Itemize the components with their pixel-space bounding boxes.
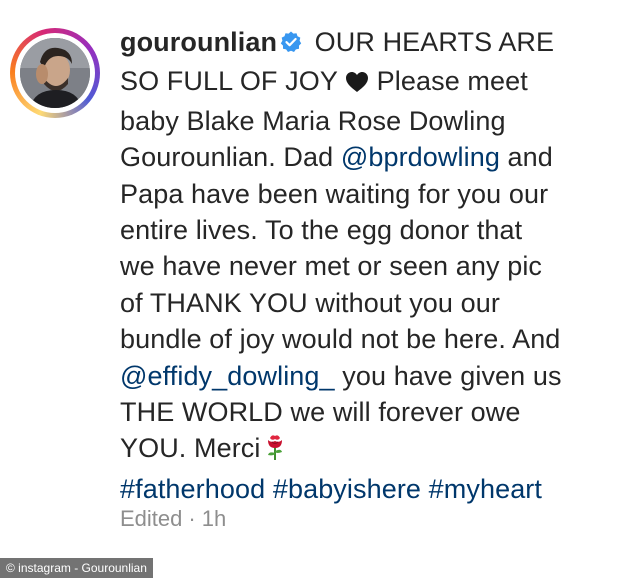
caption-text-2: SO FULL OF JOY (120, 66, 346, 97)
hashtag-myheart-link[interactable]: #myheart (429, 474, 542, 504)
caption-line-4: Gourounlian. Dad @bprdowling and (120, 139, 625, 175)
instagram-caption-screenshot: gourounlian OUR HEARTS ARE SO FULL OF JO… (0, 0, 634, 578)
hashtag-fatherhood-link[interactable]: #fatherhood (120, 474, 265, 504)
meta-separator: · (188, 506, 196, 531)
hashtags-line: #fatherhood #babyishere #myheart (120, 471, 625, 507)
caption-text-4: Gourounlian. Dad (120, 142, 341, 173)
caption-line-12: YOU. Merci (120, 430, 625, 470)
avatar[interactable] (20, 38, 90, 108)
post-timestamp[interactable]: 1h (202, 506, 226, 531)
caption-line-3: baby Blake Maria Rose Dowling (120, 105, 506, 136)
username-link[interactable]: gourounlian (120, 27, 277, 57)
photo-credit: © instagram - Gourounlian (0, 558, 153, 578)
mention-bprdowling-link[interactable]: @bprdowling (341, 142, 500, 172)
caption-line-8: of THANK YOU without you our (120, 287, 500, 318)
avatar-photo-image (20, 38, 90, 108)
black-heart-icon (345, 66, 369, 102)
hashtag-babyishere-link[interactable]: #babyishere (273, 474, 421, 504)
caption-line-5: Papa have been waiting for you our (120, 178, 549, 209)
mention-effidy-dowling-link[interactable]: @effidy_dowling_ (120, 361, 335, 391)
caption-text-2b: Please meet (369, 66, 528, 97)
caption-text-10: you have given us (334, 360, 562, 391)
caption-line-1: gourounlian OUR HEARTS ARE (120, 24, 625, 63)
caption-line-7: we have never met or seen any pic (120, 251, 543, 282)
post-caption: gourounlian OUR HEARTS ARE SO FULL OF JO… (120, 24, 625, 507)
story-ring[interactable] (10, 28, 100, 118)
caption-line-6: entire lives. To the egg donor that (120, 215, 523, 246)
verified-badge-icon (279, 27, 303, 63)
caption-line-10: @effidy_dowling_ you have given us (120, 358, 625, 394)
caption-text-4b: and (499, 142, 553, 173)
avatar-border (15, 33, 95, 113)
caption-line-2: SO FULL OF JOY Please meet (120, 63, 625, 102)
caption-text-1: OUR HEARTS ARE (307, 27, 555, 57)
caption-line-11: THE WORLD we will forever owe (120, 397, 521, 428)
rose-emoji-icon (265, 433, 285, 470)
post-meta: Edited · 1h (120, 506, 226, 532)
caption-line-9: bundle of joy would not be here. And (120, 324, 561, 355)
edited-label: Edited (120, 506, 183, 531)
caption-text-12: YOU. Merci (120, 433, 261, 464)
